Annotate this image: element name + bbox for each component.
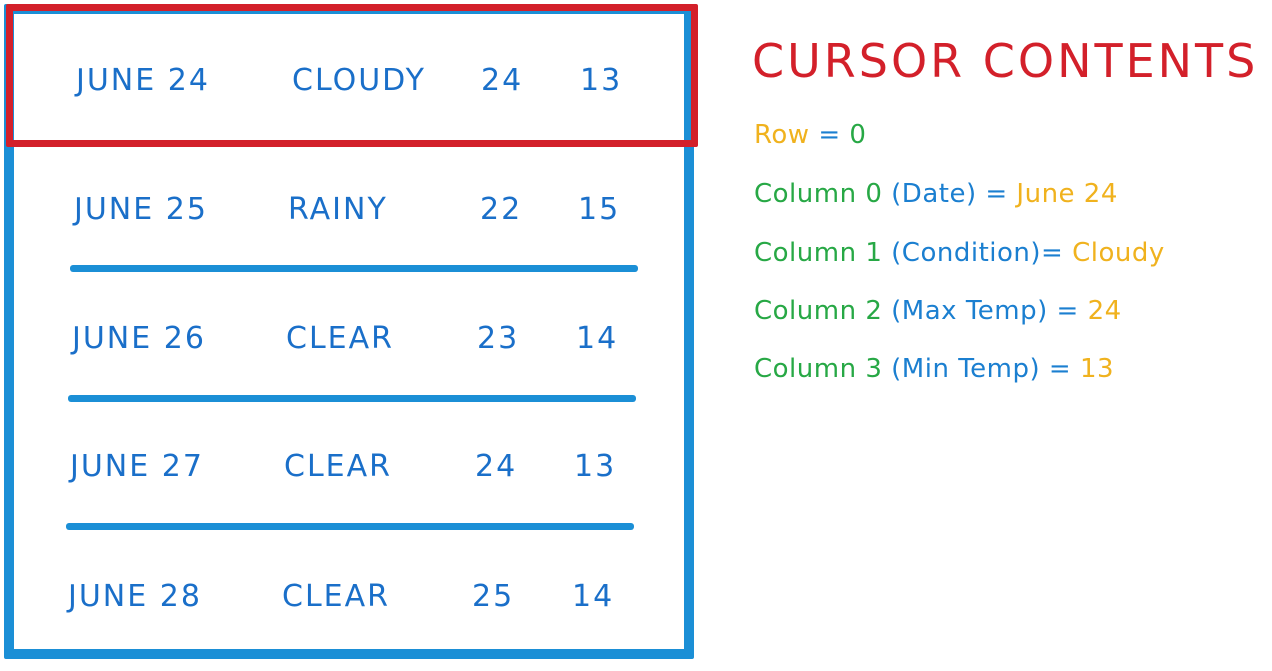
row-equals: = bbox=[818, 120, 841, 150]
row-2-max: 23 bbox=[477, 321, 520, 356]
column-0-name: (Date) bbox=[891, 179, 977, 209]
column-0-value: June 24 bbox=[1016, 179, 1118, 209]
column-3-line: Column 3 (Min Temp) = 13 bbox=[754, 356, 1114, 382]
column-1-line: Column 1 (Condition)= Cloudy bbox=[754, 240, 1165, 266]
row-value: 0 bbox=[849, 120, 867, 150]
row-4-max: 25 bbox=[472, 579, 515, 614]
row-4-date: JUNE 28 bbox=[68, 579, 202, 614]
row-2-condition: CLEAR bbox=[286, 321, 394, 356]
column-2-label: Column 2 bbox=[754, 296, 883, 326]
row-divider bbox=[70, 265, 638, 272]
column-0-line: Column 0 (Date) = June 24 bbox=[754, 181, 1118, 207]
row-1-condition: RAINY bbox=[288, 192, 388, 227]
row-3-min: 13 bbox=[574, 449, 617, 484]
row-label: Row bbox=[754, 120, 810, 150]
row-3-condition: CLEAR bbox=[284, 449, 392, 484]
column-2-line: Column 2 (Max Temp) = 24 bbox=[754, 298, 1122, 324]
column-2-name: (Max Temp) bbox=[891, 296, 1048, 326]
column-3-name: (Min Temp) bbox=[891, 354, 1041, 384]
row-4-condition: CLEAR bbox=[282, 579, 390, 614]
cursor-highlight-box bbox=[6, 4, 698, 147]
column-1-label: Column 1 bbox=[754, 238, 883, 268]
column-1-value: Cloudy bbox=[1072, 238, 1165, 268]
column-1-name: (Condition) bbox=[891, 238, 1042, 268]
column-3-value: 13 bbox=[1079, 354, 1115, 384]
row-1-max: 22 bbox=[480, 192, 523, 227]
row-2-date: JUNE 26 bbox=[72, 321, 206, 356]
column-2-equals: = bbox=[1056, 296, 1079, 326]
row-1-min: 15 bbox=[578, 192, 621, 227]
column-0-equals: = bbox=[985, 179, 1008, 209]
panel-title: CURSOR CONTENTS bbox=[752, 34, 1259, 88]
row-4-min: 14 bbox=[572, 579, 615, 614]
row-2-min: 14 bbox=[576, 321, 619, 356]
column-3-label: Column 3 bbox=[754, 354, 883, 384]
column-1-equals: = bbox=[1041, 238, 1064, 268]
row-3-date: JUNE 27 bbox=[70, 449, 204, 484]
diagram-canvas: JUNE 24 CLOUDY 24 13 JUNE 25 RAINY 22 15… bbox=[0, 0, 1272, 671]
column-3-equals: = bbox=[1048, 354, 1072, 384]
row-1-date: JUNE 25 bbox=[74, 192, 208, 227]
row-divider bbox=[68, 395, 636, 402]
row-index-line: Row = 0 bbox=[754, 122, 866, 148]
column-2-value: 24 bbox=[1087, 296, 1122, 326]
row-3-max: 24 bbox=[475, 449, 518, 484]
row-divider bbox=[66, 523, 634, 530]
column-0-label: Column 0 bbox=[754, 179, 883, 209]
